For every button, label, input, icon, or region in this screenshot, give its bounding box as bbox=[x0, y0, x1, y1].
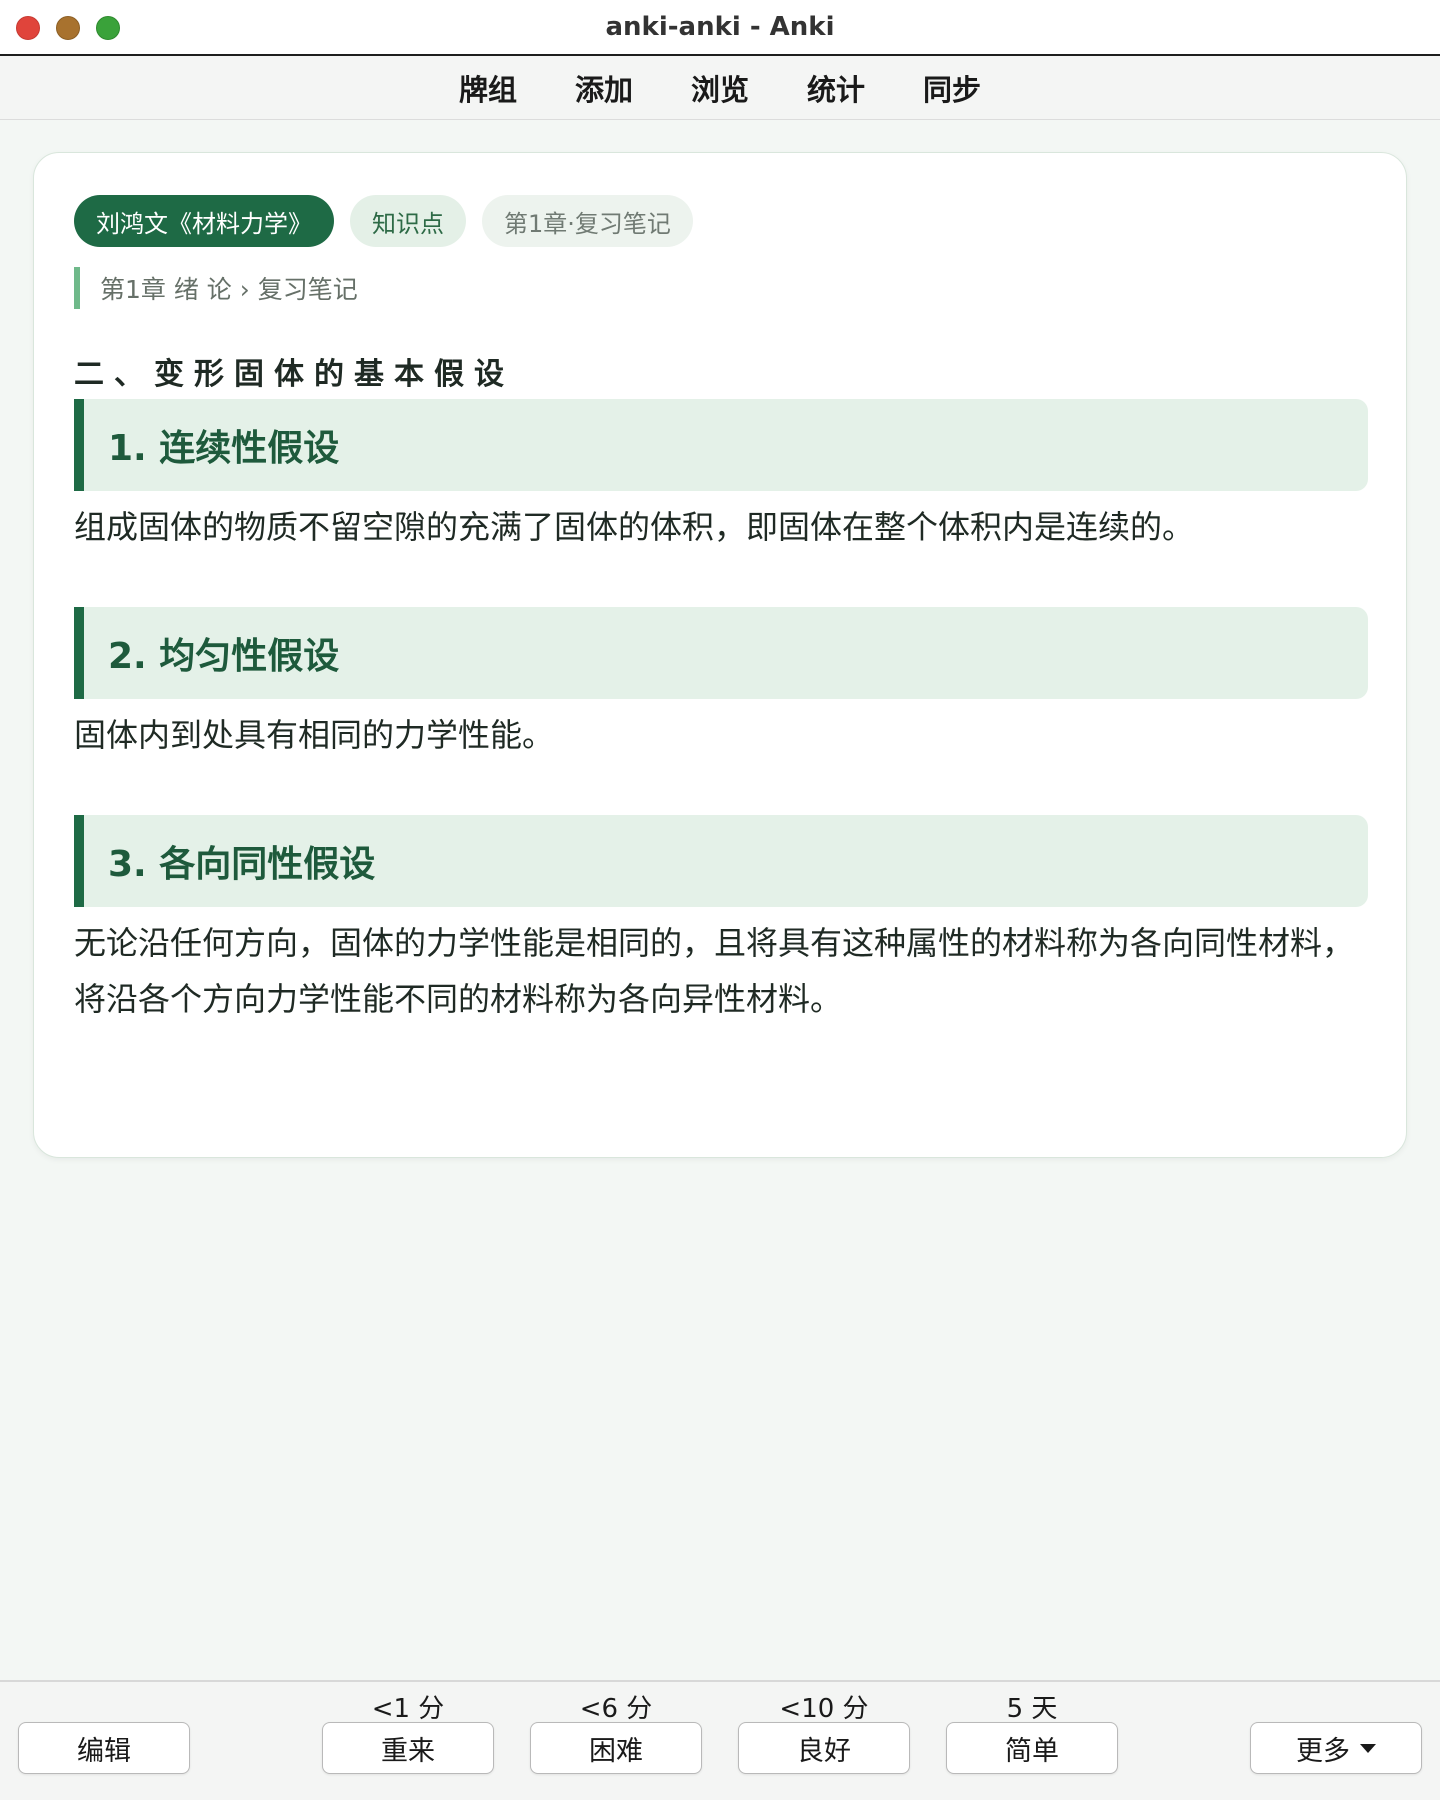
breadcrumb: 第1章 绪 论 › 复习笔记 bbox=[74, 267, 358, 309]
review-card: 刘鸿文《材料力学》 知识点 第1章·复习笔记 第1章 绪 论 › 复习笔记 二、… bbox=[33, 152, 1407, 1158]
tag-list: 刘鸿文《材料力学》 知识点 第1章·复习笔记 bbox=[74, 195, 693, 247]
main-toolbar: 牌组 添加 浏览 统计 同步 bbox=[0, 56, 1440, 120]
toolbar-add[interactable]: 添加 bbox=[546, 67, 662, 109]
hard-button[interactable]: 困难 bbox=[530, 1722, 702, 1774]
item-heading-continuity: 1. 连续性假设 bbox=[74, 399, 1368, 491]
interval-easy: 5 天 bbox=[1006, 1694, 1058, 1724]
item-body-homogeneity: 固体内到处具有相同的力学性能。 bbox=[74, 716, 555, 754]
easy-button[interactable]: 简单 bbox=[946, 1722, 1118, 1774]
again-button[interactable]: 重来 bbox=[322, 1722, 494, 1774]
item-body-continuity: 组成固体的物质不留空隙的充满了固体的体积，即固体在整个体积内是连续的。 bbox=[74, 508, 1195, 546]
item-heading-homogeneity: 2. 均匀性假设 bbox=[74, 607, 1368, 699]
more-label: 更多 bbox=[1296, 1735, 1350, 1767]
item-heading-isotropy: 3. 各向同性假设 bbox=[74, 815, 1368, 907]
interval-again: <1 分 bbox=[371, 1694, 445, 1724]
tag-book[interactable]: 刘鸿文《材料力学》 bbox=[74, 195, 334, 247]
chevron-down-icon bbox=[1360, 1743, 1376, 1753]
tag-knowledge-point[interactable]: 知识点 bbox=[350, 195, 466, 247]
title-bar: anki-anki - Anki bbox=[0, 0, 1440, 56]
item-body-isotropy: 无论沿任何方向，固体的力学性能是相同的，且将具有这种属性的材料称为各向同性材料，… bbox=[74, 924, 1355, 1018]
toolbar-stats[interactable]: 统计 bbox=[778, 67, 894, 109]
tag-chapter-notes[interactable]: 第1章·复习笔记 bbox=[482, 195, 693, 247]
answer-bar: 编辑 <1 分 重来 <6 分 困难 <10 分 良好 5 天 简单 更多 bbox=[0, 1680, 1440, 1800]
interval-hard: <6 分 bbox=[579, 1694, 653, 1724]
edit-button[interactable]: 编辑 bbox=[18, 1722, 190, 1774]
toolbar-decks[interactable]: 牌组 bbox=[430, 67, 546, 109]
section-title: 二、变形固体的基本假设 bbox=[74, 357, 514, 392]
more-button[interactable]: 更多 bbox=[1250, 1722, 1422, 1774]
good-button[interactable]: 良好 bbox=[738, 1722, 910, 1774]
toolbar-sync[interactable]: 同步 bbox=[894, 67, 1010, 109]
anki-window: anki-anki - Anki 牌组 添加 浏览 统计 同步 刘鸿文《材料力学… bbox=[0, 0, 1440, 1800]
window-title: anki-anki - Anki bbox=[605, 12, 835, 42]
toolbar-browse[interactable]: 浏览 bbox=[662, 67, 778, 109]
interval-good: <10 分 bbox=[779, 1694, 869, 1724]
